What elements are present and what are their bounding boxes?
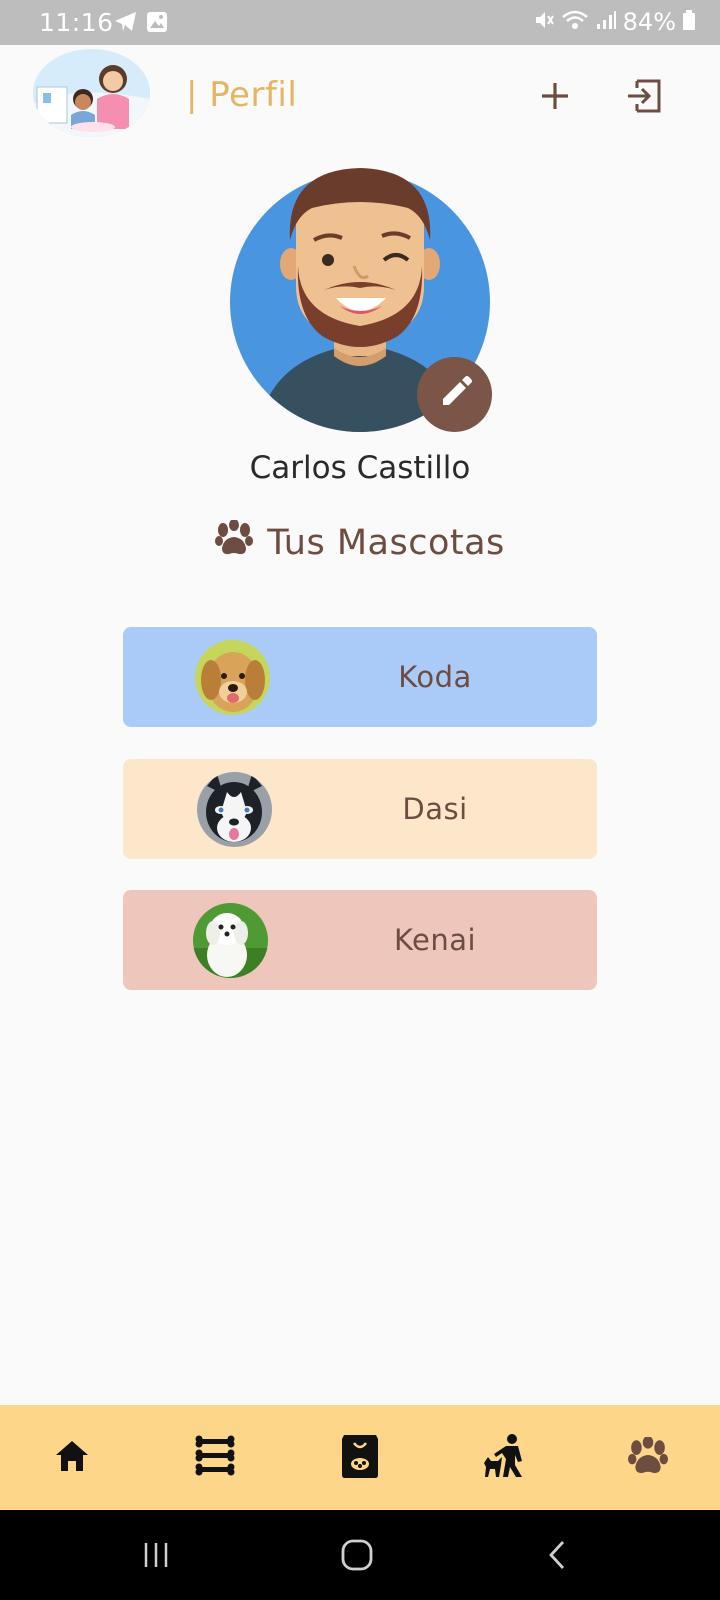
nav-home[interactable] xyxy=(45,1431,99,1485)
telegram-icon xyxy=(114,11,138,37)
pet-name: Dasi xyxy=(402,792,468,826)
status-bar: 11:16 84% xyxy=(0,0,720,45)
clinic-logo[interactable] xyxy=(33,49,150,137)
pets-heading: Tus Mascotas xyxy=(0,519,720,565)
nav-training[interactable] xyxy=(478,1431,532,1485)
signal-icon xyxy=(595,9,617,35)
pencil-icon xyxy=(438,375,472,414)
recent-apps-button[interactable] xyxy=(131,1530,181,1580)
back-button[interactable] xyxy=(533,1530,583,1580)
pet-name: Koda xyxy=(398,660,472,694)
status-time: 11:16 xyxy=(39,8,114,37)
pet-name: Kenai xyxy=(393,923,477,957)
golden-retriever-photo xyxy=(195,640,270,715)
page-title: | Perfil xyxy=(186,75,298,115)
home-icon xyxy=(54,1439,90,1477)
maltese-photo xyxy=(193,903,268,978)
paw-icon xyxy=(628,1436,668,1479)
user-name: Carlos Castillo xyxy=(249,450,471,486)
pet-card-kenai[interactable]: Kenai xyxy=(123,890,597,990)
pets-heading-label: Tus Mascotas xyxy=(267,522,505,563)
battery-percent: 84% xyxy=(622,8,676,36)
add-button[interactable] xyxy=(532,75,578,121)
pet-card-dasi[interactable]: Dasi xyxy=(123,759,597,859)
food-bag-icon xyxy=(340,1433,380,1483)
battery-icon xyxy=(682,9,696,35)
edit-avatar-button[interactable] xyxy=(417,357,492,432)
training-icon xyxy=(482,1433,528,1483)
gallery-icon xyxy=(146,11,168,37)
mute-icon xyxy=(533,9,555,35)
pet-card-koda[interactable]: Koda xyxy=(123,627,597,727)
nav-pets[interactable] xyxy=(621,1431,675,1485)
logout-icon xyxy=(625,77,663,119)
logout-button[interactable] xyxy=(621,75,667,121)
wifi-icon xyxy=(561,9,589,35)
app-header: | Perfil xyxy=(0,45,720,155)
system-nav-bar xyxy=(0,1510,720,1600)
bottom-nav xyxy=(0,1405,720,1510)
home-button[interactable] xyxy=(332,1530,382,1580)
nav-bones[interactable] xyxy=(188,1431,242,1485)
husky-photo xyxy=(197,772,272,847)
bones-icon xyxy=(194,1435,236,1481)
nav-food[interactable] xyxy=(333,1431,387,1485)
paw-icon xyxy=(215,519,254,565)
plus-icon xyxy=(539,80,571,116)
